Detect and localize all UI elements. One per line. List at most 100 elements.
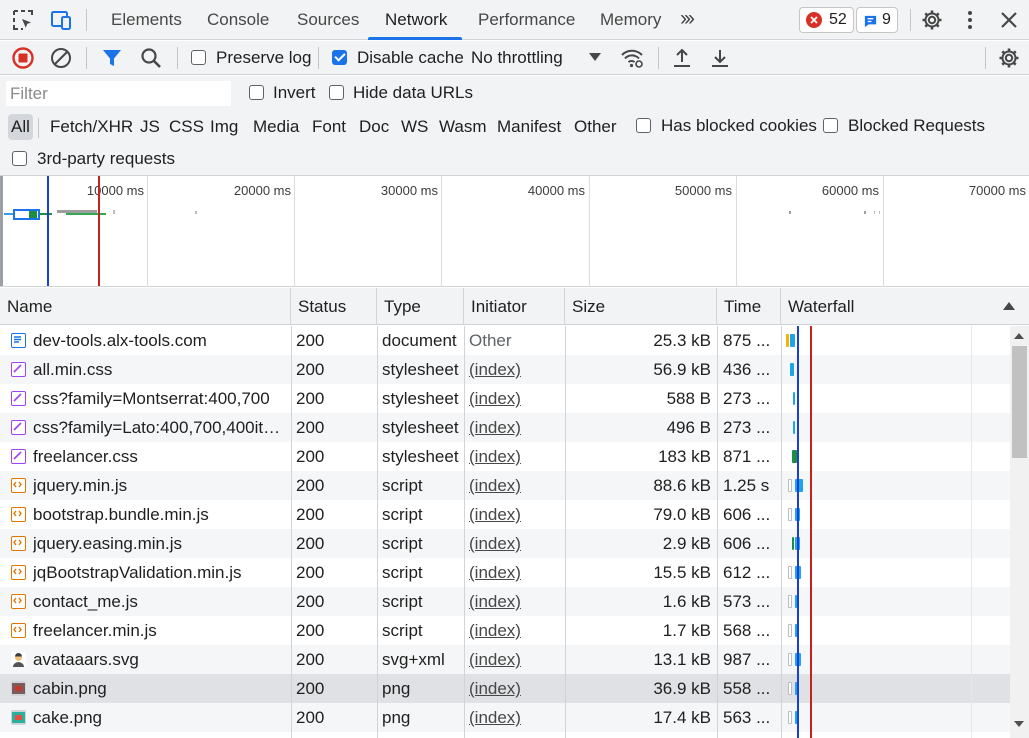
table-row[interactable]: cabin.png 200 png (index) 36.9 kB 558 ... (0, 674, 1010, 703)
request-initiator[interactable]: (index) (469, 645, 561, 674)
error-count-badge[interactable]: 52 (799, 7, 854, 33)
request-initiator[interactable]: (index) (469, 384, 561, 413)
column-header-status[interactable]: Status (291, 288, 377, 325)
request-name: cake.png (33, 708, 102, 727)
stylesheet-icon (11, 420, 26, 435)
type-filter-media[interactable]: Media (250, 114, 302, 140)
throttling-dropdown-arrow-icon[interactable] (589, 53, 601, 61)
table-row[interactable]: cake.png 200 png (index) 17.4 kB 563 ... (0, 703, 1010, 732)
dom-content-loaded-marker (47, 176, 49, 286)
type-filter-ws[interactable]: WS (398, 114, 431, 140)
request-initiator[interactable]: (index) (469, 442, 561, 471)
type-filter-other[interactable]: Other (571, 114, 620, 140)
column-header-waterfall[interactable]: Waterfall (781, 288, 1029, 325)
column-header-type[interactable]: Type (377, 288, 464, 325)
message-count-badge[interactable]: 9 (856, 7, 898, 33)
column-header-time[interactable]: Time (717, 288, 781, 325)
tab-performance[interactable]: Performance (476, 0, 577, 40)
table-row[interactable]: freelancer.min.js 200 script (index) 1.7 kB 5… (0, 616, 1010, 645)
tab-sources[interactable]: Sources (295, 0, 361, 40)
column-header-name[interactable]: Name (0, 288, 291, 325)
waterfall-bar (793, 392, 795, 405)
column-divider (717, 326, 718, 738)
column-header-size[interactable]: Size (565, 288, 717, 325)
request-initiator[interactable]: (index) (469, 471, 561, 500)
scroll-up-arrow-icon[interactable] (1014, 333, 1024, 339)
column-header-initiator[interactable]: Initiator (464, 288, 565, 325)
clear-icon[interactable] (49, 46, 73, 70)
waterfall-bar (788, 624, 792, 637)
tab-console[interactable]: Console (205, 0, 271, 40)
export-har-download-icon[interactable] (708, 46, 732, 70)
network-conditions-wifi-icon[interactable] (620, 46, 644, 70)
disable-cache-checkbox[interactable] (332, 50, 347, 65)
type-filter-manifest[interactable]: Manifest (494, 114, 564, 140)
scroll-down-arrow-icon[interactable] (1014, 721, 1024, 727)
table-row[interactable]: bootstrap.bundle.min.js 200 script (index) 7… (0, 500, 1010, 529)
overview-left-handle[interactable] (0, 176, 3, 286)
request-initiator[interactable]: (index) (469, 587, 561, 616)
table-row[interactable]: jquery.min.js 200 script (index) 88.6 kB 1.25… (0, 471, 1010, 500)
request-time: 568 ... (723, 621, 771, 640)
request-initiator[interactable]: (index) (469, 674, 561, 703)
preserve-log-checkbox[interactable] (191, 50, 206, 65)
table-scrollbar-thumb[interactable] (1012, 346, 1027, 458)
blocked-requests-checkbox[interactable] (823, 118, 838, 133)
script-icon (11, 507, 26, 522)
waterfall-bar (792, 537, 794, 550)
inspect-element-icon[interactable] (11, 8, 35, 32)
type-filter-doc[interactable]: Doc (356, 114, 392, 140)
table-row[interactable]: freelancer.css 200 stylesheet (index) 183 kB… (0, 442, 1010, 471)
request-initiator[interactable]: (index) (469, 529, 561, 558)
table-row[interactable]: css?family=Montserrat:400,700 200 styleshe… (0, 384, 1010, 413)
settings-gear-icon[interactable] (920, 8, 944, 32)
table-row[interactable]: css?family=Lato:400,700,400itali... 200 st… (0, 413, 1010, 442)
tab-elements[interactable]: Elements (109, 0, 184, 40)
import-har-upload-icon[interactable] (670, 46, 694, 70)
table-row[interactable]: jqBootstrapValidation.min.js 200 script (in… (0, 558, 1010, 587)
table-row[interactable]: contact_me.js 200 script (index) 1.6 kB 573 .… (0, 587, 1010, 616)
tab-network[interactable]: Network (383, 0, 449, 40)
table-row[interactable]: all.min.css 200 stylesheet (index) 56.9 kB 43… (0, 355, 1010, 384)
toolbar-divider (910, 9, 911, 31)
stop-recording-icon[interactable] (11, 46, 35, 70)
overview-activity-bar (66, 213, 106, 215)
hide-data-urls-checkbox[interactable] (329, 85, 344, 100)
request-initiator[interactable]: (index) (469, 703, 561, 732)
network-settings-gear-icon[interactable] (997, 46, 1021, 70)
hide-data-urls-label: Hide data URLs (353, 83, 474, 102)
filter-input[interactable] (6, 81, 231, 106)
search-icon[interactable] (139, 46, 163, 70)
tab-memory[interactable]: Memory (598, 0, 663, 40)
more-tabs-chevron-icon[interactable]: ››› (680, 7, 695, 31)
more-options-kebab-icon[interactable] (958, 8, 982, 32)
request-initiator[interactable]: (index) (469, 500, 561, 529)
filter-funnel-icon[interactable] (100, 46, 124, 70)
throttling-select[interactable]: No throttling (471, 48, 563, 68)
request-initiator[interactable]: (index) (469, 413, 561, 442)
type-filter-fetch-xhr[interactable]: Fetch/XHR (47, 114, 136, 140)
request-initiator[interactable]: (index) (469, 616, 561, 645)
type-filter-css[interactable]: CSS (166, 114, 207, 140)
type-filter-img[interactable]: Img (207, 114, 241, 140)
third-party-requests-checkbox[interactable] (12, 151, 27, 166)
type-filter-js[interactable]: JS (137, 114, 163, 140)
network-overview-timeline[interactable]: 10000 ms 20000 ms 30000 ms 40000 ms 5000… (0, 176, 1029, 287)
device-toolbar-icon[interactable] (49, 8, 73, 32)
request-initiator[interactable]: (index) (469, 558, 561, 587)
type-filter-all[interactable]: All (8, 114, 33, 140)
close-icon[interactable] (997, 8, 1021, 32)
type-filter-font[interactable]: Font (309, 114, 349, 140)
invert-checkbox[interactable] (249, 85, 264, 100)
table-row[interactable]: avataaars.svg 200 svg+xml (index) 13.1 kB 987… (0, 645, 1010, 674)
request-size: 13.1 kB (653, 650, 711, 669)
toolbar-divider (86, 9, 87, 31)
has-blocked-cookies-checkbox[interactable] (636, 118, 651, 133)
table-row[interactable]: dev-tools.alx-tools.com 200 document Other 2… (0, 326, 1010, 355)
sort-ascending-arrow-icon[interactable] (1003, 302, 1015, 310)
table-row[interactable]: jquery.easing.min.js 200 script (index) 2.9 … (0, 529, 1010, 558)
request-status: 200 (296, 534, 325, 553)
type-filter-wasm[interactable]: Wasm (436, 114, 490, 140)
request-initiator[interactable]: (index) (469, 355, 561, 384)
request-status: 200 (296, 505, 325, 524)
